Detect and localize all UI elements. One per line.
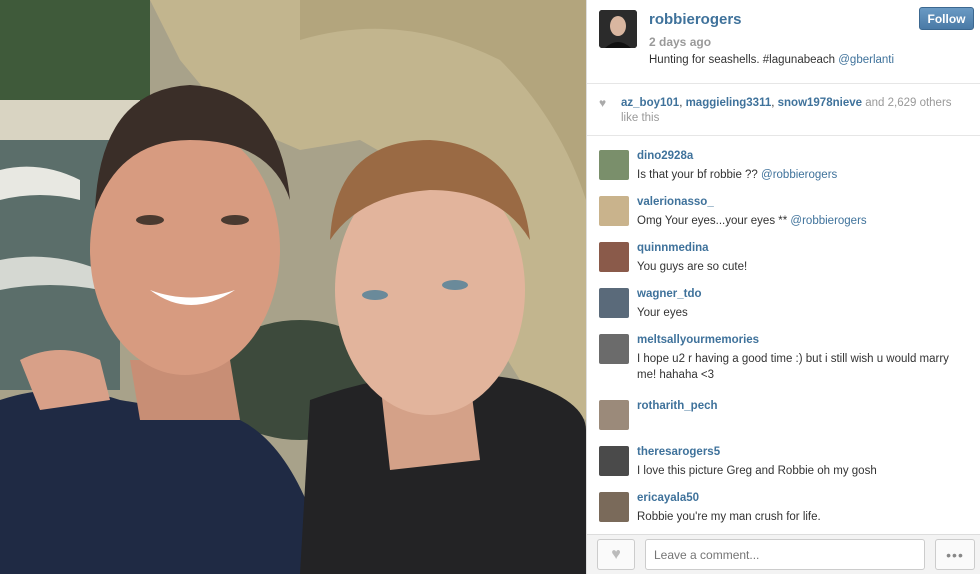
caption-mention-link[interactable]: @gberlanti [838, 54, 894, 66]
likes-section: ♥ az_boy101, maggieling3311, snow1978nie… [587, 84, 980, 136]
commenter-avatar[interactable] [599, 400, 629, 430]
commenter-avatar[interactable] [599, 288, 629, 318]
liker-link[interactable]: snow1978nieve [778, 97, 862, 109]
commenter-avatar[interactable] [599, 492, 629, 522]
comment-text: I hope u2 r having a good time :) but i … [637, 353, 949, 381]
comment-mention-link[interactable]: @robbierogers [761, 169, 837, 181]
avatar[interactable] [599, 10, 637, 48]
post-timestamp: 2 days ago [649, 35, 712, 49]
post-author-username[interactable]: robbierogers [649, 11, 742, 28]
commenter-username[interactable]: dino2928a [637, 150, 693, 162]
list-item: meltsallyourmemories I hope u2 r having … [587, 329, 980, 387]
comment-text: I love this picture Greg and Robbie oh m… [637, 465, 877, 477]
list-item: rotharith_pech [587, 395, 980, 435]
follow-button[interactable]: Follow [919, 7, 974, 30]
post-caption: Hunting for seashells. #lagunabeach @gbe… [649, 54, 894, 66]
commenter-avatar[interactable] [599, 334, 629, 364]
comment-footer: ♥ ••• [587, 534, 980, 574]
more-options-button[interactable]: ••• [935, 539, 975, 570]
commenter-username[interactable]: valerionasso_ [637, 196, 714, 208]
commenter-avatar[interactable] [599, 242, 629, 272]
heart-icon: ♥ [611, 545, 621, 563]
commenter-username[interactable]: meltsallyourmemories [637, 334, 759, 346]
commenter-avatar[interactable] [599, 446, 629, 476]
photo-illustration [0, 0, 586, 574]
commenter-username[interactable]: quinnmedina [637, 242, 709, 254]
comment-body: Omg Your eyes...your eyes ** [637, 215, 788, 227]
comment-text: Robbie you're my man crush for life. [637, 511, 821, 523]
commenter-username[interactable]: ericayala50 [637, 492, 699, 504]
liker-link[interactable]: az_boy101 [621, 97, 679, 109]
commenter-username[interactable]: theresarogers5 [637, 446, 720, 458]
list-item: theresarogers5 I love this picture Greg … [587, 441, 980, 481]
commenter-username[interactable]: rotharith_pech [637, 400, 718, 412]
post-header: robbierogers 2 days ago Hunting for seas… [587, 0, 980, 84]
commenter-avatar[interactable] [599, 196, 629, 226]
avatar-icon [599, 10, 637, 48]
list-item: valerionasso_ Omg Your eyes...your eyes … [587, 191, 980, 231]
list-item: ericayala50 Robbie you're my man crush f… [587, 487, 980, 527]
list-item: dino2928a Is that your bf robbie ?? @rob… [587, 145, 980, 185]
list-item: wagner_tdo Your eyes [587, 283, 980, 323]
comment-text: Your eyes [637, 307, 688, 319]
comment-body: Is that your bf robbie ?? [637, 169, 758, 181]
comment-text: You guys are so cute! [637, 261, 748, 273]
comment-text: Is that your bf robbie ?? @robbierogers [637, 167, 967, 183]
more-icon: ••• [946, 546, 964, 563]
heart-icon: ♥ [599, 96, 607, 110]
commenter-avatar[interactable] [599, 150, 629, 180]
post-photo[interactable] [0, 0, 586, 574]
commenter-username[interactable]: wagner_tdo [637, 288, 702, 300]
list-item: quinnmedina You guys are so cute! [587, 237, 980, 277]
comment-text: Omg Your eyes...your eyes ** @robbieroge… [637, 213, 967, 229]
comment-mention-link[interactable]: @robbierogers [790, 215, 866, 227]
caption-text: Hunting for seashells. #lagunabeach [649, 54, 836, 66]
comment-input[interactable] [645, 539, 925, 570]
liker-link[interactable]: maggieling3311 [686, 97, 772, 109]
like-button[interactable]: ♥ [597, 539, 635, 570]
post-details-panel: robbierogers 2 days ago Hunting for seas… [586, 0, 980, 574]
